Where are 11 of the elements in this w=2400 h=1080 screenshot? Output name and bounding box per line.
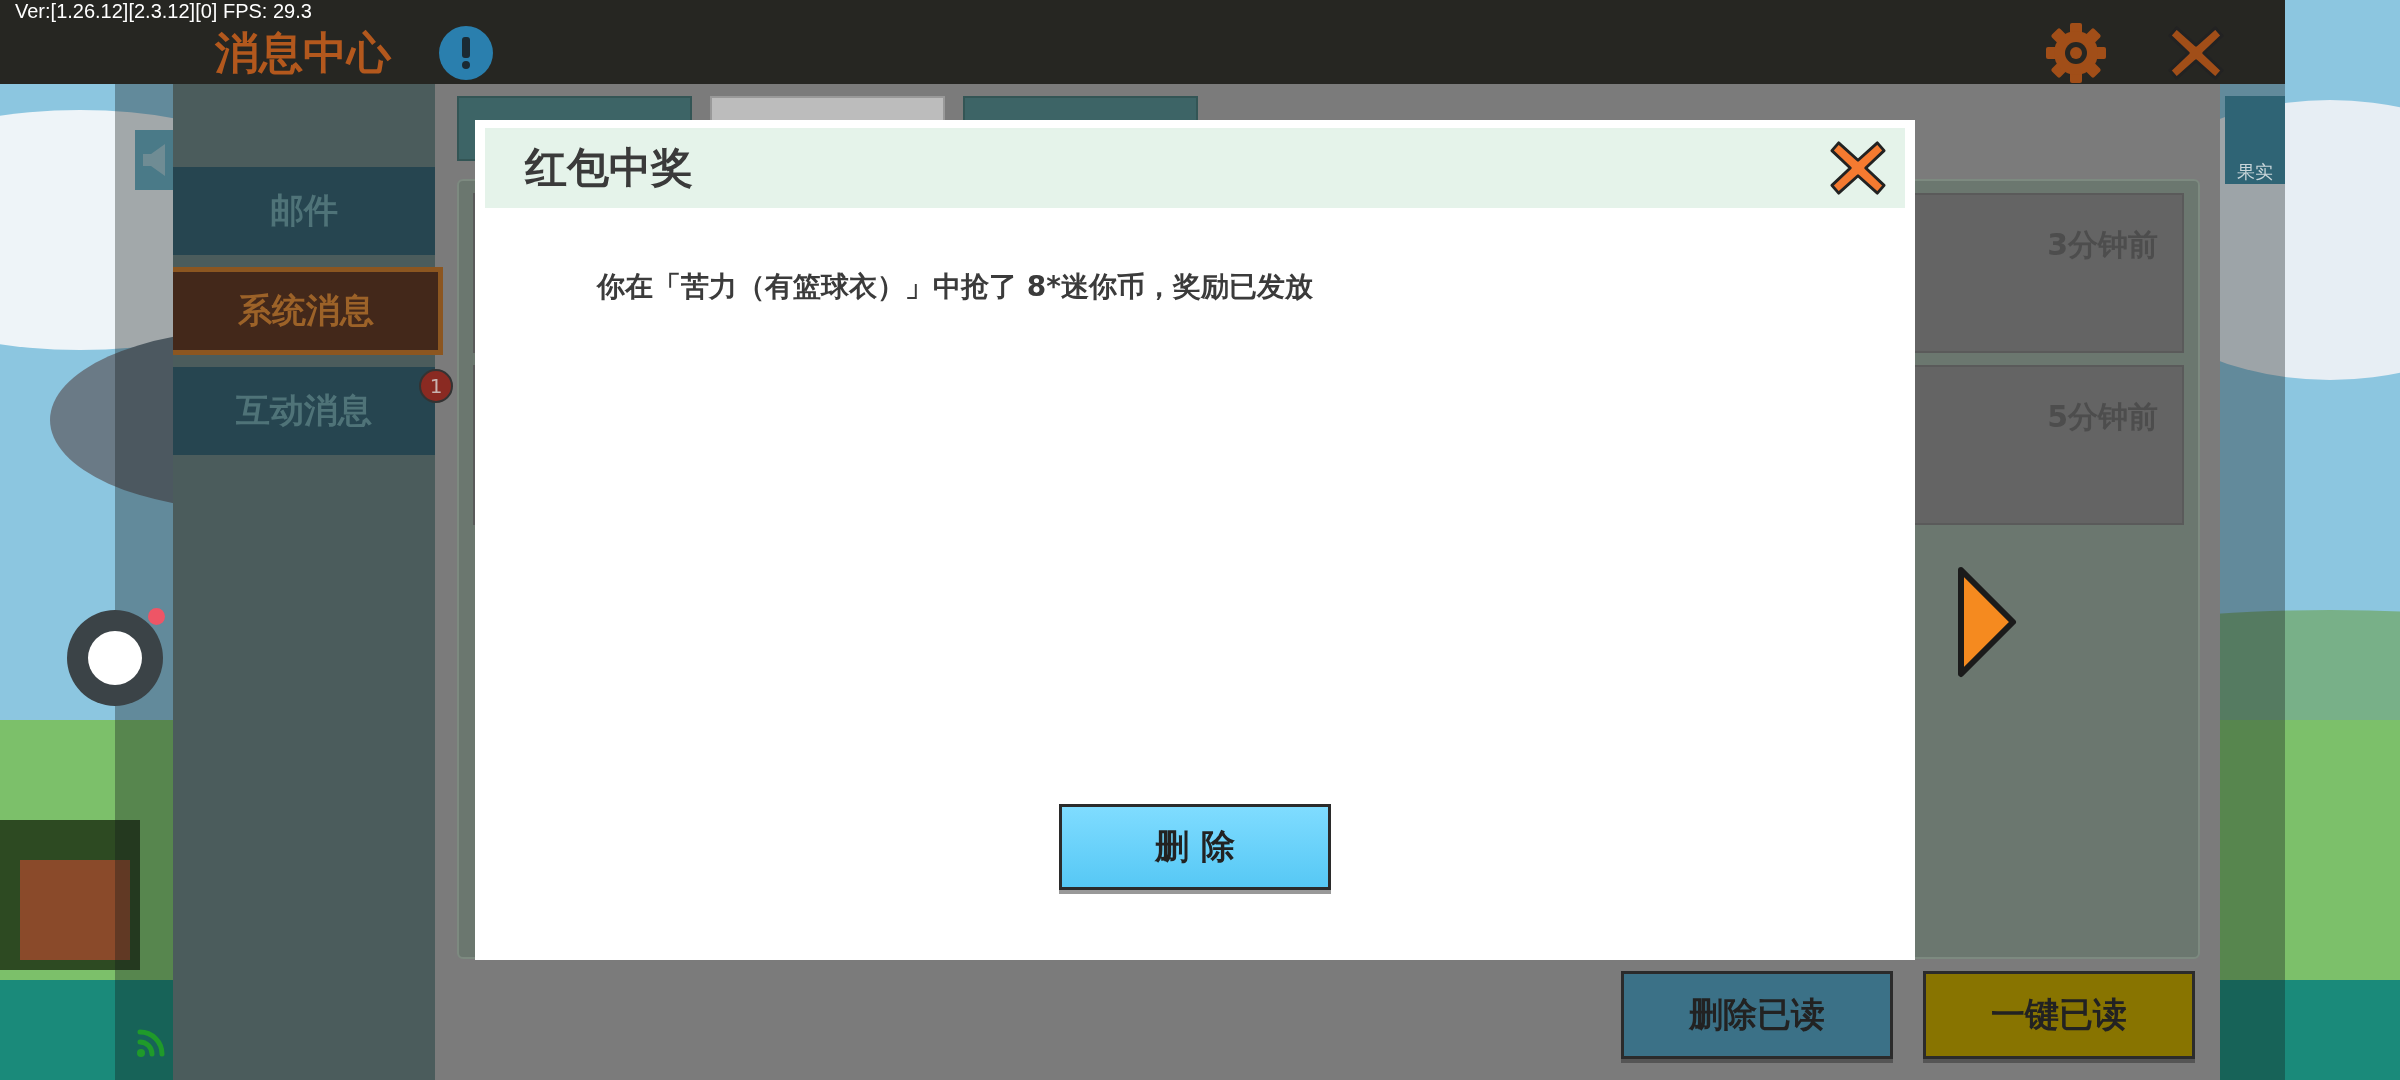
info-icon[interactable] [439, 26, 493, 80]
next-arrow-icon[interactable] [1955, 564, 2019, 680]
sidebar-tab[interactable]: 系统消息 [173, 267, 443, 355]
version-text: Ver:[1.26.12][2.3.12][0] FPS: 29.3 [15, 0, 312, 23]
settings-icon[interactable] [2045, 22, 2107, 84]
close-button[interactable] [1829, 139, 1887, 197]
fruit-button[interactable]: 果实 [2225, 96, 2285, 184]
page-title: 消息中心 [215, 25, 391, 80]
dialog-title: 红包中奖 [525, 142, 693, 194]
close-icon [1829, 139, 1887, 197]
dialog-message: 你在「苦力（有篮球衣）」中抢了 8*迷你币，奖励已发放 [597, 269, 1314, 305]
